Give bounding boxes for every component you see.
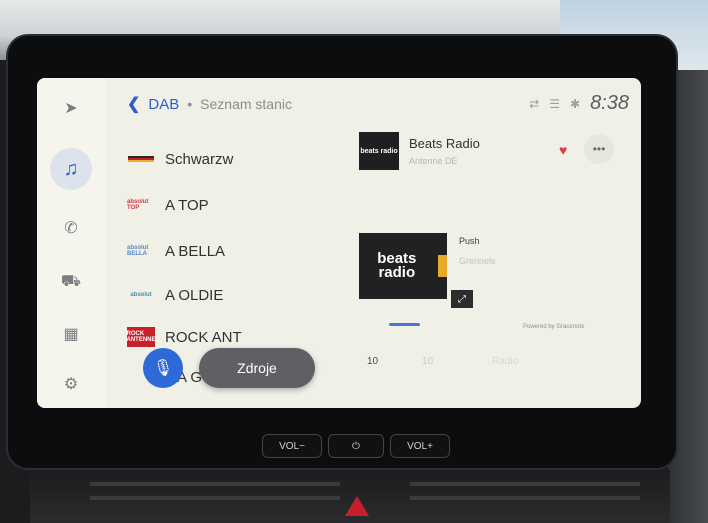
- infotainment-screen: ➤ ♫ ✆ ⛟ ▦ ⚙ ❮ DAB • Seznam stanic ⇄ ☰ ✱ …: [37, 78, 641, 408]
- page-title: Seznam stanic: [200, 96, 292, 112]
- heart-icon[interactable]: ♥: [559, 142, 567, 158]
- breadcrumb: ❮ DAB • Seznam stanic: [127, 94, 292, 114]
- shuffle-icon: ⇄: [529, 96, 540, 111]
- power-button[interactable]: ⏻: [328, 434, 384, 458]
- chevron-left-icon[interactable]: ❮: [127, 94, 140, 114]
- phone-icon[interactable]: ✆: [59, 216, 83, 240]
- station-name: A TOP: [165, 196, 209, 214]
- microphone-button[interactable]: 🎙: [143, 348, 183, 388]
- bluetooth-icon: ✱: [570, 96, 581, 111]
- volume-up-button[interactable]: VOL+: [390, 434, 450, 458]
- apps-grid-icon[interactable]: ▦: [59, 322, 83, 346]
- preset-item[interactable]: Radio: [492, 356, 518, 367]
- station-logo: [127, 151, 155, 167]
- hardware-buttons: VOL− ⏻ VOL+: [262, 434, 450, 458]
- station-provider: Antenne DE: [409, 156, 458, 166]
- navigation-arrow-icon[interactable]: ➤: [59, 96, 83, 120]
- station-logo: absolut: [130, 292, 152, 298]
- album-art: beats radio: [359, 233, 447, 299]
- progress-indicator: [389, 323, 420, 326]
- station-item[interactable]: absolut TOP A TOP: [127, 190, 209, 220]
- music-note-icon[interactable]: ♫: [50, 148, 92, 190]
- source-label[interactable]: DAB: [148, 96, 179, 113]
- clock: 8:38: [590, 92, 629, 114]
- station-logo: ROCK ANTENNE: [127, 327, 156, 347]
- station-item[interactable]: absolut BELLA A BELLA: [127, 236, 225, 266]
- powered-by-label: Powered by Gracenote: [523, 324, 585, 330]
- list-icon: ☰: [549, 96, 560, 111]
- track-title: Push: [459, 236, 480, 246]
- station-name: ROCK ANT: [165, 328, 242, 346]
- station-name: Schwarzw: [165, 150, 234, 168]
- station-logo: absolut TOP: [127, 199, 149, 211]
- gear-icon[interactable]: ⚙: [59, 372, 83, 396]
- station-item[interactable]: absolut A OLDIE: [127, 280, 223, 310]
- preset-item[interactable]: 10: [367, 356, 378, 367]
- track-artist: Grennels: [459, 256, 496, 266]
- breadcrumb-separator: •: [187, 96, 193, 112]
- more-icon[interactable]: •••: [584, 134, 614, 164]
- status-bar: ⇄ ☰ ✱ 8:38: [529, 92, 629, 115]
- hazard-button[interactable]: [345, 496, 369, 516]
- expand-icon[interactable]: ⤢: [451, 290, 473, 308]
- station-item[interactable]: Schwarzw: [127, 144, 233, 174]
- station-logo: absolut BELLA: [127, 245, 149, 257]
- car-icon[interactable]: ⛟: [59, 270, 83, 294]
- album-art-text: beats radio: [377, 250, 417, 281]
- station-art: beats radio: [359, 132, 399, 170]
- preset-item[interactable]: 10: [422, 356, 433, 367]
- sources-button[interactable]: Zdroje: [199, 348, 315, 388]
- station-name: A OLDIE: [165, 286, 224, 304]
- station-name: A BELLA: [165, 242, 226, 260]
- station-title: Beats Radio: [409, 136, 480, 151]
- microphone-icon: 🎙: [152, 360, 174, 377]
- sidebar: ➤ ♫ ✆ ⛟ ▦ ⚙: [37, 78, 105, 408]
- volume-down-button[interactable]: VOL−: [262, 434, 322, 458]
